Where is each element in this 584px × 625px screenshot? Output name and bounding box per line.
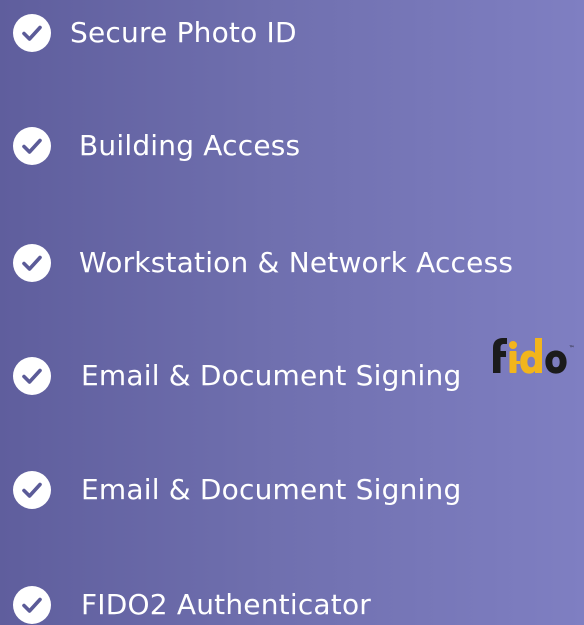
feature-label: Secure Photo ID (70, 16, 297, 49)
check-circle-icon (13, 357, 51, 395)
check-circle-icon (13, 586, 51, 624)
trademark-symbol: ™ (569, 345, 575, 352)
feature-label: Workstation & Network Access (79, 246, 514, 279)
check-circle-icon (13, 244, 51, 282)
feature-label: Email & Document Signing (81, 473, 462, 506)
check-circle-icon (13, 127, 51, 165)
fido-logo-graphic: ™ (493, 338, 575, 374)
fido-logo: ™ (490, 330, 584, 378)
feature-label: FIDO2 Authenticator (81, 588, 372, 621)
feature-label: Email & Document Signing (81, 359, 462, 392)
check-circle-icon (13, 471, 51, 509)
check-circle-icon (13, 14, 51, 52)
feature-label: Building Access (79, 129, 301, 162)
